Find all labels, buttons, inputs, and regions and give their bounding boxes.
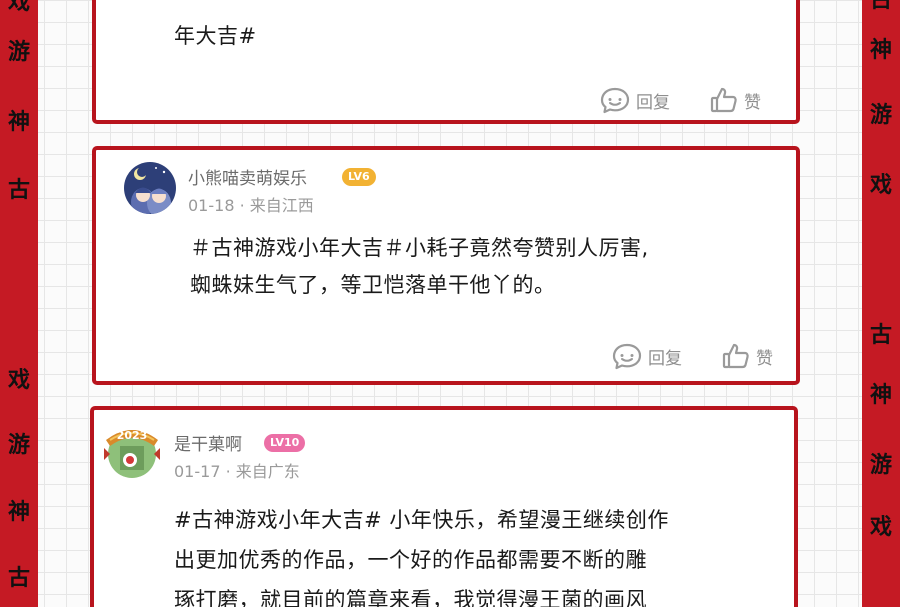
like-label: 赞	[756, 348, 773, 369]
comment-card: 小熊喵卖萌娱乐 LV6 01-18 · 来自江西 ＃古神游戏小年大吉＃小耗子竟然…	[92, 146, 800, 385]
comment-text: ＃古神游戏小年大吉＃小耗子竟然夸赞别人厉害, 蜘蛛妹生气了，等卫恺落单干他丫的。	[190, 230, 649, 304]
comment-text: 年大吉#	[174, 24, 257, 48]
comment-date: 01-17	[174, 462, 221, 481]
strip-char: 神	[869, 38, 892, 63]
like-button[interactable]: 赞	[722, 342, 773, 370]
comment-text-line: ＃古神游戏小年大吉＃小耗子竟然夸赞别人厉害,	[190, 236, 649, 260]
comment-card: 年大吉# 回复 赞	[92, 0, 800, 124]
comment-location: 来自江西	[249, 196, 314, 215]
comment-text-line: 蜘蛛妹生气了，等卫恺落单干他丫的。	[190, 273, 556, 297]
strip-char: 古	[7, 566, 30, 591]
comment-card: 2023 是干菓啊 LV10 01-17 · 来自广东 #古神游戏小年大吉# 小…	[90, 406, 798, 607]
comment-text-line: #古神游戏小年大吉# 小年快乐，希望漫王继续创作	[174, 508, 669, 532]
strip-char: 古	[869, 0, 892, 13]
comment-bubble-icon	[612, 343, 642, 370]
strip-char: 戏	[7, 0, 30, 15]
meta-separator: ·	[225, 462, 236, 481]
strip-char: 神	[7, 110, 30, 135]
comment-date: 01-18	[188, 196, 235, 215]
comment-text-line: 出更加优秀的作品，一个好的作品都需要不断的雕	[174, 548, 647, 572]
like-button[interactable]: 赞	[710, 86, 761, 114]
comment-meta: 01-17 · 来自广东	[174, 458, 300, 482]
reply-label: 回复	[636, 92, 670, 113]
left-decor-strip: 戏 游 神 古 戏 游 神 古	[0, 0, 38, 607]
strip-char: 神	[869, 383, 892, 408]
meta-separator: ·	[239, 196, 250, 215]
2023-badge-avatar-icon: 2023	[104, 429, 160, 478]
comment-meta: 01-18 · 来自江西	[188, 192, 314, 216]
level-badge: LV6	[342, 168, 376, 186]
username[interactable]: 小熊喵卖萌娱乐	[188, 164, 307, 189]
strip-char: 戏	[869, 515, 892, 540]
right-decor-strip: 古 神 游 戏 古 神 游 戏	[862, 0, 900, 607]
reply-button[interactable]: 回复	[612, 342, 682, 370]
anime-couple-avatar-icon	[124, 162, 176, 214]
strip-char: 神	[7, 500, 30, 525]
strip-char: 游	[7, 433, 30, 458]
avatar[interactable]	[124, 162, 176, 214]
level-badge: LV10	[264, 434, 306, 452]
username[interactable]: 是干菓啊	[174, 430, 242, 455]
avatar[interactable]: 2023	[100, 418, 164, 482]
reply-label: 回复	[648, 348, 682, 369]
strip-char: 戏	[7, 368, 30, 393]
strip-char: 古	[7, 178, 30, 203]
thumbs-up-icon	[722, 343, 749, 369]
thumbs-up-icon	[710, 87, 737, 113]
like-label: 赞	[744, 92, 761, 113]
reply-button[interactable]: 回复	[600, 86, 670, 114]
avatar-badge-text: 2023	[117, 429, 148, 442]
strip-char: 游	[869, 103, 892, 128]
comment-text-line: 琢打磨，就目前的篇章来看，我觉得漫王菌的画风	[174, 588, 647, 607]
comment-text: #古神游戏小年大吉# 小年快乐，希望漫王继续创作 出更加优秀的作品，一个好的作品…	[174, 500, 669, 607]
comment-location: 来自广东	[235, 462, 300, 481]
comment-bubble-icon	[600, 87, 630, 114]
strip-char: 戏	[869, 173, 892, 198]
strip-char: 游	[869, 453, 892, 478]
strip-char: 游	[7, 40, 30, 65]
strip-char: 古	[869, 323, 892, 348]
